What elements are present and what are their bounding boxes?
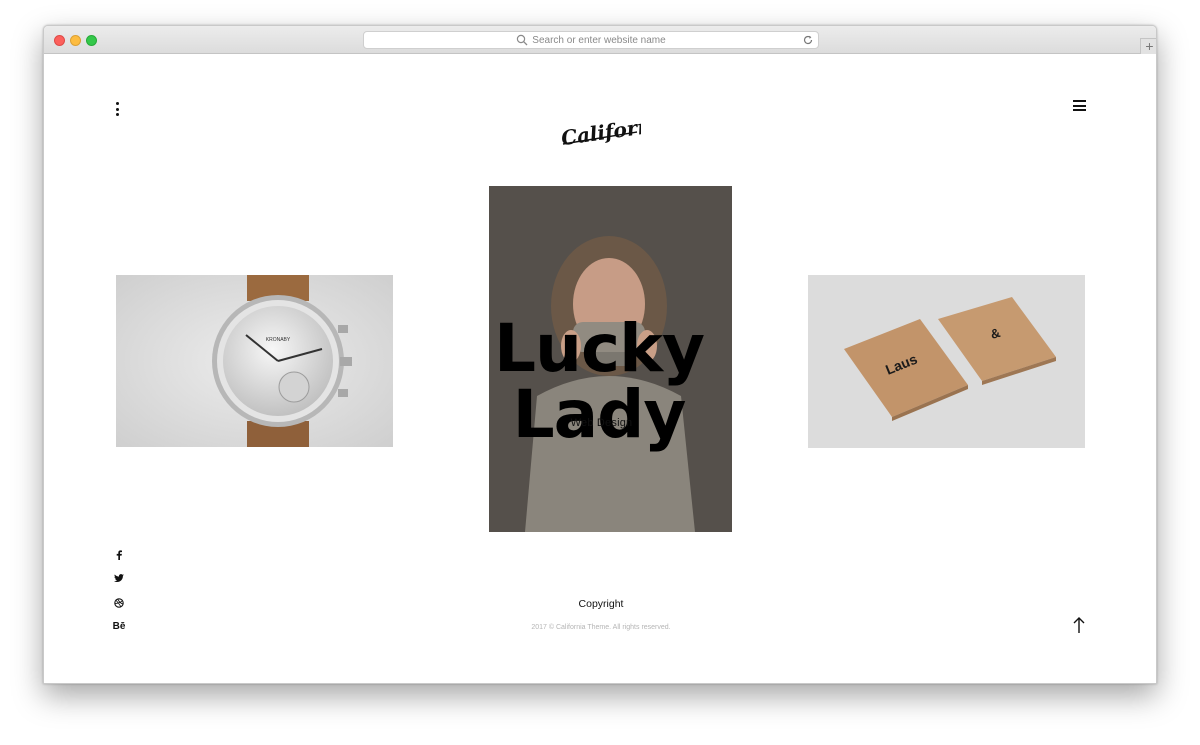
copyright-note: 2017 © California Theme. All rights rese… bbox=[531, 624, 671, 631]
site-logo[interactable]: California bbox=[559, 114, 641, 152]
browser-window: Search or enter website name + Californi… bbox=[43, 25, 1157, 684]
search-icon bbox=[517, 34, 528, 46]
close-window-button[interactable] bbox=[54, 35, 65, 46]
arrow-up-icon[interactable] bbox=[1072, 616, 1086, 634]
facebook-icon[interactable] bbox=[112, 550, 126, 564]
address-placeholder: Search or enter website name bbox=[532, 34, 666, 46]
more-options-icon[interactable] bbox=[114, 102, 120, 116]
zoom-window-button[interactable] bbox=[86, 35, 97, 46]
watch-image: KRONABY bbox=[116, 275, 393, 447]
boxes-image: Laus & bbox=[808, 275, 1085, 448]
dribbble-icon[interactable] bbox=[112, 598, 126, 612]
logo-text: California bbox=[560, 114, 641, 150]
hamburger-menu-icon[interactable] bbox=[1073, 100, 1086, 111]
reload-icon[interactable] bbox=[802, 34, 814, 46]
browser-titlebar: Search or enter website name + bbox=[44, 26, 1156, 54]
behance-icon[interactable]: Bē bbox=[112, 621, 126, 635]
minimize-window-button[interactable] bbox=[70, 35, 81, 46]
twitter-icon[interactable] bbox=[112, 574, 126, 588]
new-tab-button[interactable]: + bbox=[1140, 38, 1156, 54]
page-content: California KRONABY Laus & Lucky Lady Web… bbox=[44, 54, 1156, 683]
watch-brand-text: KRONABY bbox=[266, 337, 291, 343]
slide-boxes[interactable]: Laus & bbox=[808, 275, 1085, 448]
address-bar[interactable]: Search or enter website name bbox=[363, 31, 819, 49]
slide-watch[interactable]: KRONABY bbox=[116, 275, 393, 447]
hero-subtitle: Web Design bbox=[570, 417, 633, 429]
copyright-title: Copyright bbox=[578, 598, 624, 610]
